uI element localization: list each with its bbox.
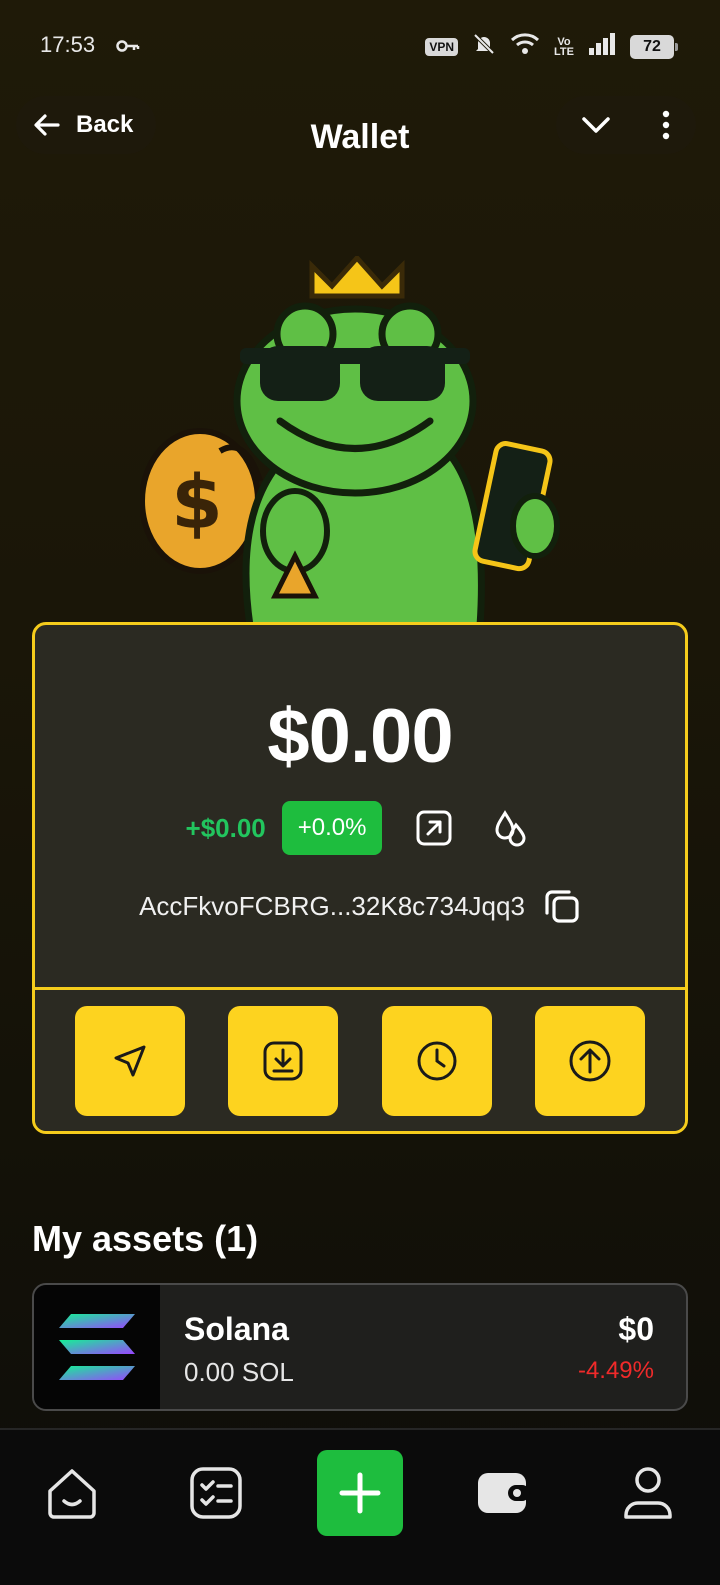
bottom-navigation xyxy=(0,1428,720,1585)
asset-value: $0 xyxy=(618,1311,654,1347)
header-actions xyxy=(556,96,696,154)
nav-home[interactable] xyxy=(29,1450,115,1536)
vpn-badge: VPN xyxy=(425,37,459,56)
wallet-icon xyxy=(476,1469,532,1517)
wallet-address-row: AccFkvoFCBRG...32K8c734Jqq3 xyxy=(35,887,685,925)
frog-mascot-illustration: $ xyxy=(139,254,580,630)
send-button[interactable] xyxy=(74,1005,185,1116)
change-percent-badge: +0.0% xyxy=(281,801,383,855)
asset-row-solana[interactable]: Solana 0.00 SOL $0 -4.49% xyxy=(32,1283,688,1411)
phone-illustration xyxy=(472,441,560,572)
wallet-balance: $0.00 xyxy=(267,694,453,779)
tasks-icon xyxy=(188,1465,244,1521)
home-icon xyxy=(44,1465,100,1521)
signal-icon xyxy=(588,33,616,60)
chevron-down-icon[interactable] xyxy=(581,115,611,135)
wifi-icon xyxy=(510,33,540,60)
receive-icon xyxy=(261,1039,305,1083)
wallet-balance-card: $0.00 +$0.00 +0.0% AccFkvoFCBRG...32K8c7… xyxy=(32,622,688,1134)
receive-button[interactable] xyxy=(228,1005,339,1116)
nav-profile[interactable] xyxy=(605,1450,691,1536)
plus-icon xyxy=(338,1471,382,1515)
money-bag-icon: $ xyxy=(139,428,263,574)
profile-icon xyxy=(622,1465,674,1521)
assets-heading: My assets (1) xyxy=(32,1218,259,1259)
solana-logo-icon xyxy=(34,1285,160,1409)
more-vertical-icon[interactable] xyxy=(661,110,671,140)
upload-button[interactable] xyxy=(535,1005,646,1116)
balance-change-row: +$0.00 +0.0% xyxy=(35,801,685,855)
wallet-address: AccFkvoFCBRG...32K8c734Jqq3 xyxy=(139,890,525,921)
asset-name: Solana xyxy=(184,1311,289,1347)
copy-icon[interactable] xyxy=(543,887,581,925)
arrow-up-circle-icon xyxy=(568,1039,612,1083)
external-link-icon[interactable] xyxy=(410,804,458,852)
nav-wallet[interactable] xyxy=(461,1450,547,1536)
change-amount: +$0.00 xyxy=(185,812,266,843)
status-bar: 17:53 VPN Vo LTE 72 xyxy=(0,0,720,92)
send-icon xyxy=(110,1041,150,1081)
bell-off-icon xyxy=(472,32,496,61)
drops-icon[interactable] xyxy=(486,804,534,852)
key-icon xyxy=(116,38,140,59)
battery-indicator: 72 xyxy=(630,34,678,59)
nav-tasks[interactable] xyxy=(173,1450,259,1536)
asset-change: -4.49% xyxy=(577,1357,654,1384)
status-time: 17:53 xyxy=(40,32,96,57)
volte-indicator: Vo LTE xyxy=(554,35,574,58)
wallet-actions xyxy=(35,987,685,1131)
history-button[interactable] xyxy=(381,1005,492,1116)
nav-add-button[interactable] xyxy=(317,1449,403,1536)
svg-text:$: $ xyxy=(171,460,223,546)
clock-icon xyxy=(415,1039,459,1083)
asset-amount: 0.00 SOL xyxy=(184,1357,294,1387)
